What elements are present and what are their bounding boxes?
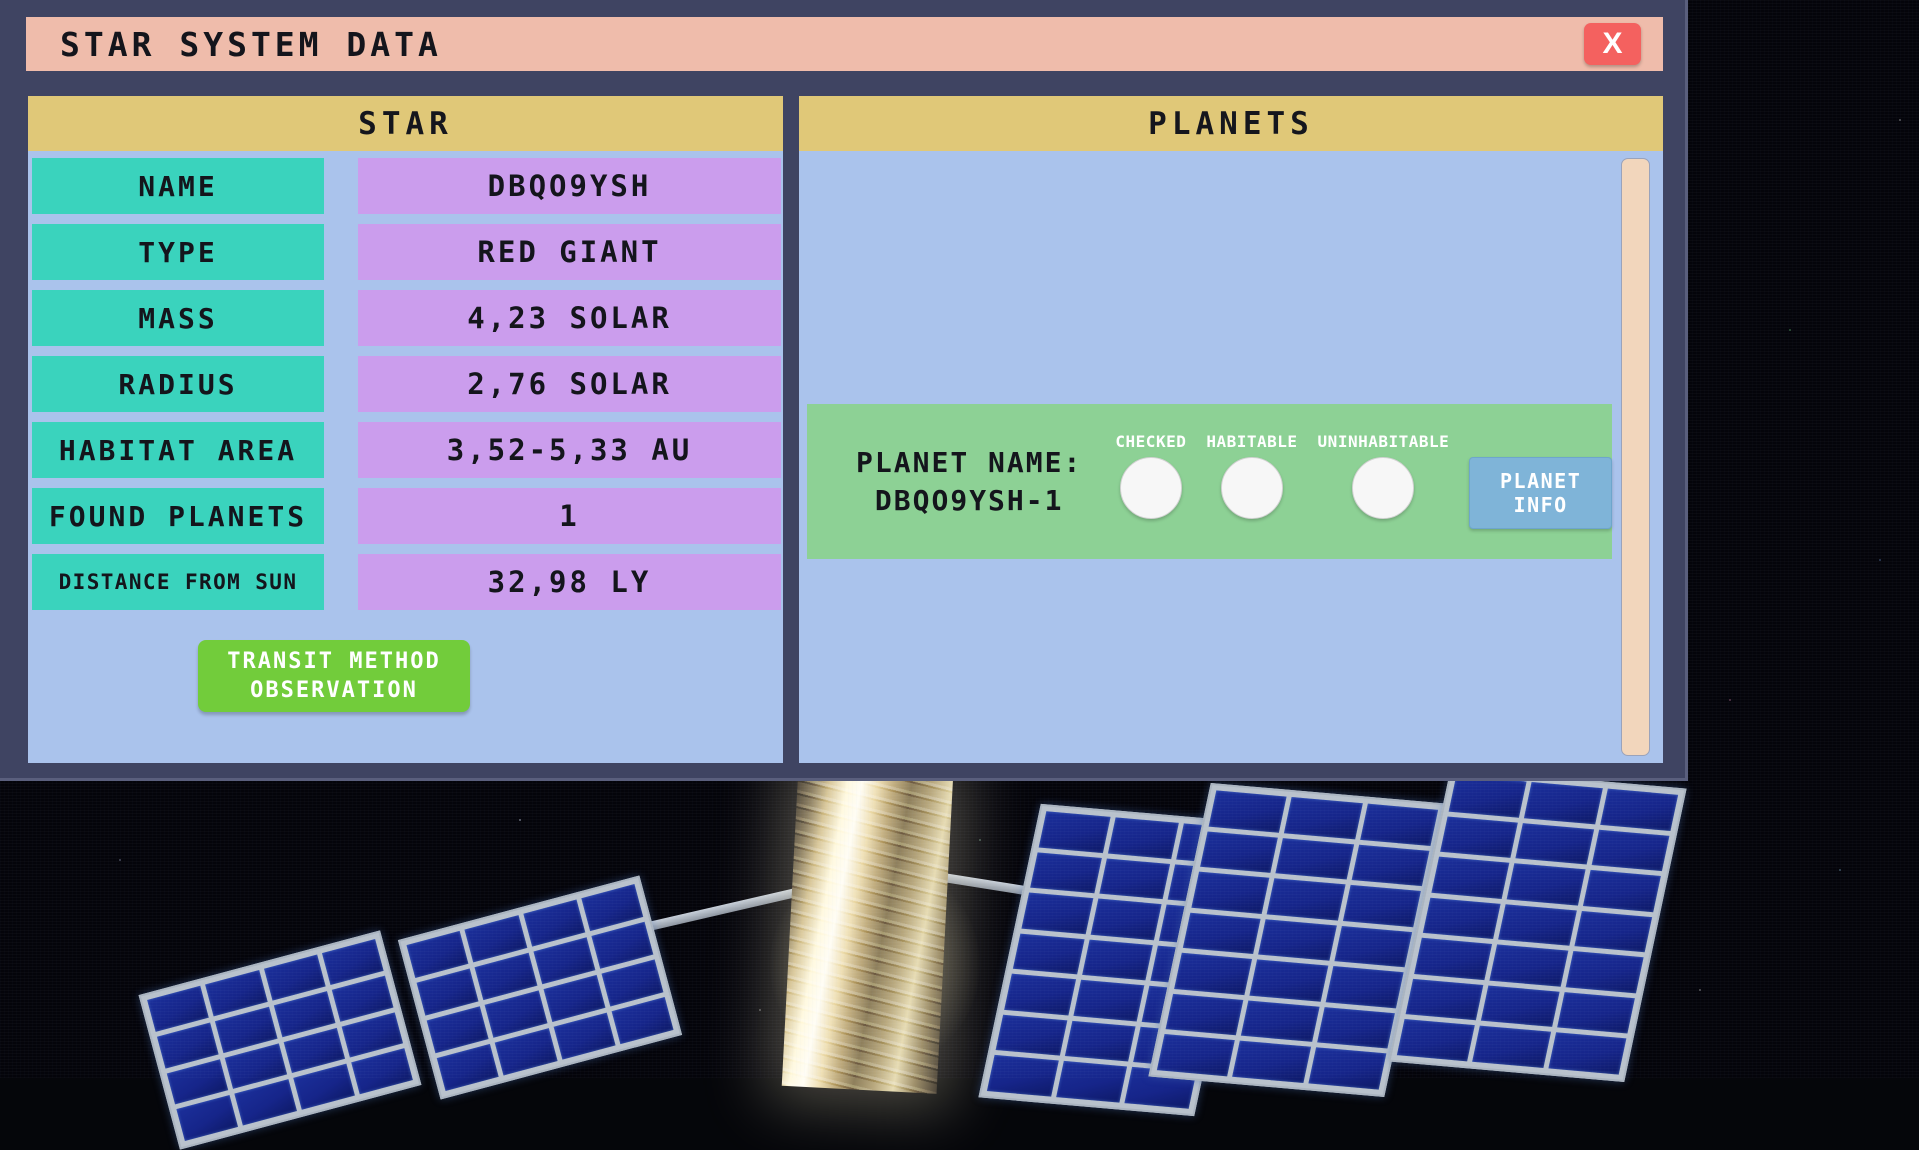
radio-label-uninhabitable: UNINHABITABLE (1318, 432, 1450, 451)
star-property-row: TYPE RED GIANT (28, 224, 783, 280)
star-panel: STAR NAME DBQO9YSH TYPE RED GIANT MASS 4,23 S… (28, 96, 783, 763)
solar-panel-right-outer (1388, 768, 1686, 1082)
solar-panel-left-inner (398, 875, 682, 1099)
star-system-data-window: STAR SYSTEM DATA X STAR NAME DBQO9YSH TYPE… (0, 0, 1688, 781)
planet-name-label: PLANET NAME: (856, 446, 1082, 479)
star-properties-table: NAME DBQO9YSH TYPE RED GIANT MASS 4,23 SOLAR R… (28, 151, 783, 610)
radio-column-uninhabitable: UNINHABITABLE (1318, 432, 1450, 519)
planet-status-radio-group: CHECKED HABITABLE UNINHABITABLE (1115, 432, 1449, 519)
star-property-label: DISTANCE FROM SUN (32, 554, 324, 610)
solar-panel-right-middle (1148, 783, 1446, 1097)
planet-card: PLANET NAME: DBQO9YSH-1 CHECKED HABITABLE UN… (807, 404, 1612, 559)
transit-method-observation-button[interactable]: TRANSIT METHOD OBSERVATION (198, 640, 470, 712)
satellite-body (782, 766, 954, 1094)
radio-label-habitable: HABITABLE (1206, 432, 1297, 451)
radio-column-checked: CHECKED (1115, 432, 1186, 519)
solar-panel-right-inner (978, 804, 1256, 1116)
star-property-value: DBQO9YSH (358, 158, 781, 214)
planets-list: PLANET NAME: DBQO9YSH-1 CHECKED HABITABLE UN… (799, 151, 1663, 763)
star-property-label: TYPE (32, 224, 324, 280)
satellite-boom-right (940, 873, 1035, 897)
planets-panel: PLANETS PLANET NAME: DBQO9YSH-1 CHECKED HAB… (799, 96, 1663, 763)
radio-label-checked: CHECKED (1115, 432, 1186, 451)
satellite-boom-left (641, 887, 804, 933)
star-panel-header: STAR (28, 96, 783, 151)
window-title: STAR SYSTEM DATA (60, 25, 442, 64)
solar-panel-left-outer (139, 930, 422, 1149)
star-property-row: MASS 4,23 SOLAR (28, 290, 783, 346)
transit-button-line-1: TRANSIT METHOD (227, 649, 440, 674)
star-property-value: 32,98 LY (358, 554, 781, 610)
radio-checked[interactable] (1120, 457, 1182, 519)
star-property-label: RADIUS (32, 356, 324, 412)
star-property-value: 4,23 SOLAR (358, 290, 781, 346)
star-property-label: FOUND PLANETS (32, 488, 324, 544)
planets-panel-header: PLANETS (799, 96, 1663, 151)
star-property-row: FOUND PLANETS 1 (28, 488, 783, 544)
star-property-label: HABITAT AREA (32, 422, 324, 478)
radio-column-habitable: HABITABLE (1206, 432, 1297, 519)
transit-button-line-2: OBSERVATION (250, 678, 418, 703)
satellite-glow (770, 860, 980, 1070)
planet-name-value: DBQO9YSH-1 (875, 484, 1064, 517)
planets-scrollbar-thumb[interactable] (1621, 158, 1650, 756)
star-property-value: 3,52-5,33 AU (358, 422, 781, 478)
planet-name-block: PLANET NAME: DBQO9YSH-1 (831, 444, 1107, 520)
radio-uninhabitable[interactable] (1352, 457, 1414, 519)
star-property-label: MASS (32, 290, 324, 346)
close-icon[interactable]: X (1584, 23, 1641, 65)
window-titlebar: STAR SYSTEM DATA X (26, 17, 1663, 71)
radio-habitable[interactable] (1221, 457, 1283, 519)
star-property-value: 1 (358, 488, 781, 544)
star-property-row: DISTANCE FROM SUN 32,98 LY (28, 554, 783, 610)
star-property-row: HABITAT AREA 3,52-5,33 AU (28, 422, 783, 478)
star-property-row: NAME DBQO9YSH (28, 158, 783, 214)
star-property-label: NAME (32, 158, 324, 214)
star-property-value: 2,76 SOLAR (358, 356, 781, 412)
planet-info-button[interactable]: PLANET INFO (1469, 457, 1612, 529)
star-property-value: RED GIANT (358, 224, 781, 280)
star-property-row: RADIUS 2,76 SOLAR (28, 356, 783, 412)
